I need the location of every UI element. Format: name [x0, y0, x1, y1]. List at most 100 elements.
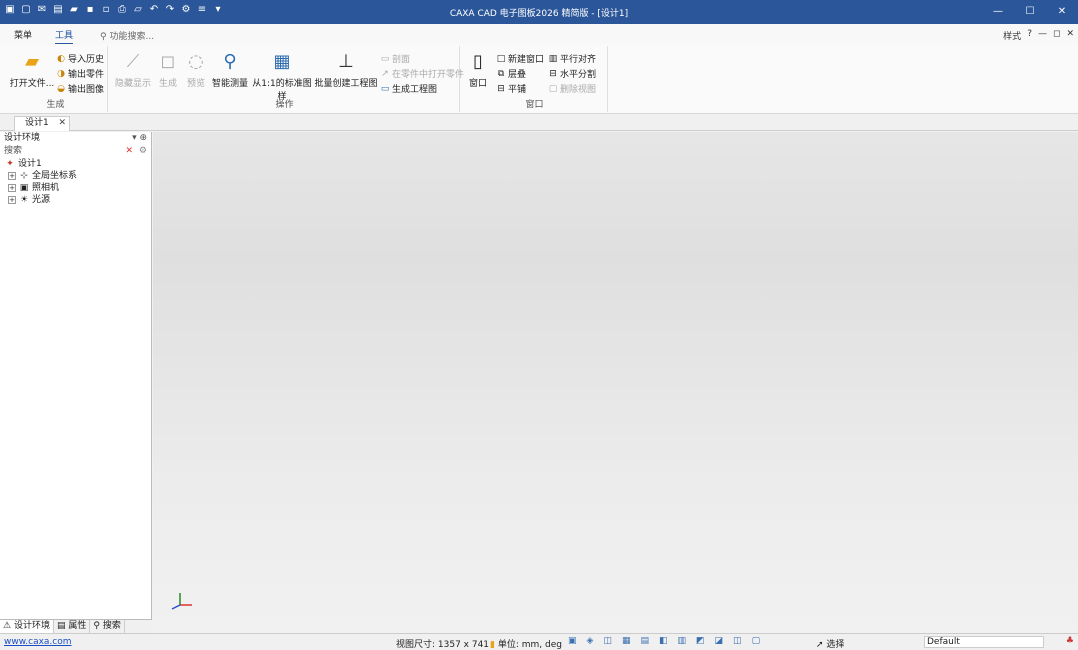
status-indicator-icon[interactable]: ♣	[1066, 636, 1074, 646]
tab-tools[interactable]: 工具	[55, 28, 74, 45]
generate-button[interactable]: ◻ 生成	[154, 50, 182, 89]
select-mode[interactable]: ➚ 选择	[816, 637, 844, 650]
standard-drawing-icon: ▦	[273, 51, 291, 72]
view-tool-icon[interactable]: ◫	[733, 636, 742, 646]
ribbon-group-label-operation: 操作	[275, 100, 294, 110]
tab-search[interactable]: ⚲ 搜索	[90, 620, 125, 633]
status-bar: www.caxa.com 视图尺寸: 1357 x 741 ▮ 单位: mm, …	[0, 633, 1078, 650]
hide-show-icon: ⟋	[126, 51, 140, 72]
style-select[interactable]: Default	[924, 636, 1044, 648]
smart-measure-button[interactable]: ⚲ 智能测量	[210, 50, 250, 89]
tree-item[interactable]: + ☀ 光源	[4, 194, 151, 206]
function-search[interactable]: ⚲ 功能搜索...	[100, 29, 154, 42]
lightbulb-icon: ⚲	[100, 32, 107, 42]
open-part-label: 在零件中打开零件	[392, 70, 465, 80]
tab-design-environment[interactable]: ⚠ 设计环境	[0, 620, 54, 633]
expand-icon[interactable]: +	[8, 184, 16, 192]
standard-drawing-button[interactable]: ▦ 从1:1的标准图样	[250, 50, 314, 102]
cascade-button[interactable]: ⧉ 层叠	[496, 67, 526, 81]
split-button[interactable]: ⊟ 水平分割	[548, 67, 596, 81]
view-tool-icon[interactable]: ◈	[587, 636, 594, 646]
batch-drawing-icon: ⊥	[338, 51, 354, 72]
view-tool-icon[interactable]: ▦	[622, 636, 631, 646]
select-label: 选择	[826, 640, 845, 650]
window-title: CAXA CAD 电子图板2026 精简版 - [设计1]	[449, 9, 629, 19]
panel-title: 设计环境	[4, 133, 41, 143]
panel-search-label: 搜索	[4, 146, 23, 156]
tree-item[interactable]: + ▣ 照相机	[4, 182, 151, 194]
design-env-icon: ⚠	[3, 621, 12, 631]
drawing-button[interactable]: ▭ 生成工程图	[380, 82, 437, 96]
window-icon: ▯	[473, 51, 483, 72]
view-tool-icon[interactable]: ▢	[752, 636, 761, 646]
batch-drawing-label: 批量创建工程图	[314, 79, 378, 89]
coordinate-icon: ⊹	[20, 171, 28, 181]
batch-drawing-button[interactable]: ⊥ 批量创建工程图	[314, 50, 378, 89]
minimize-button[interactable]: —	[982, 0, 1014, 24]
close-button[interactable]: ✕	[1046, 0, 1078, 24]
export-image-button[interactable]: ◒ 输出图像	[56, 82, 104, 96]
design-canvas[interactable]	[153, 132, 1078, 633]
tab-label: 搜索	[102, 621, 121, 631]
hide-show-button[interactable]: ⟋ 隐藏显示	[112, 50, 154, 89]
design-tree: ✦ 设计1 + ⊹ 全局坐标系 + ▣ 照相机 + ☀ 光源	[0, 158, 151, 206]
align-button[interactable]: ▥ 平行对齐	[548, 52, 596, 66]
units-readout[interactable]: ▮ 单位: mm, deg	[490, 637, 562, 650]
folder-open-icon: ▰	[25, 51, 39, 72]
style-dropdown[interactable]: 样式	[1003, 29, 1021, 42]
ribbon-group-operation: ⟋ 隐藏显示 ◻ 生成 ◌ 预览 ⚲ 智能测量 ▦ 从1:1的标准图样 ⊥ 批量…	[110, 46, 464, 112]
tree-item-label: 设计1	[18, 159, 42, 169]
export-part-button[interactable]: ◑ 输出零件	[56, 67, 104, 81]
preview-button[interactable]: ◌ 预览	[182, 50, 210, 89]
ribbon-group-window: ▯ 窗口 □ 新建窗口 ⧉ 层叠 ⊟ 平铺 ▥ 平行对齐 ⊟ 水平分割 ▢ 删除…	[462, 46, 608, 112]
window-label: 窗口	[468, 79, 487, 89]
mdi-close-button[interactable]: ✕	[1066, 29, 1074, 42]
tree-item-label: 照相机	[32, 183, 60, 193]
expand-icon[interactable]: +	[8, 196, 16, 204]
tile-label: 平铺	[508, 85, 527, 95]
window-button[interactable]: ▯ 窗口	[464, 50, 492, 89]
view-tool-icon[interactable]: ▥	[678, 636, 687, 646]
import-history-icon: ◐	[57, 53, 65, 64]
section-icon: ▭	[380, 53, 390, 64]
design-icon: ✦	[6, 159, 14, 169]
tab-properties[interactable]: ▤ 属性	[54, 620, 91, 633]
help-icon[interactable]: ?	[1027, 29, 1032, 42]
view-tool-icon[interactable]: ◩	[696, 636, 705, 646]
panel-search[interactable]: 搜索 ✕ ⚙	[0, 145, 151, 158]
website-link[interactable]: www.caxa.com	[4, 637, 72, 647]
tree-item[interactable]: + ⊹ 全局坐标系	[4, 170, 151, 182]
import-history-button[interactable]: ◐ 导入历史	[56, 52, 104, 66]
view-tool-icon[interactable]: ◪	[715, 636, 724, 646]
view-tool-icon[interactable]: ▣	[568, 636, 577, 646]
expand-icon[interactable]: +	[8, 172, 16, 180]
hide-show-label: 隐藏显示	[114, 79, 151, 89]
close-icon[interactable]: ✕	[58, 117, 66, 130]
document-tab-design1[interactable]: 设计1 ✕	[14, 116, 70, 131]
ribbon-group-label-generate: 生成	[46, 100, 65, 110]
open-part-button[interactable]: ↗ 在零件中打开零件	[380, 67, 465, 81]
tab-menu[interactable]: 菜单	[14, 28, 32, 41]
panel-tabs: ⚠ 设计环境 ▤ 属性 ⚲ 搜索	[0, 619, 152, 633]
mdi-restore-button[interactable]: ◻	[1053, 29, 1060, 42]
preview-icon: ◌	[188, 51, 204, 72]
clear-icon[interactable]: ✕	[125, 145, 133, 158]
export-part-icon: ◑	[57, 68, 65, 79]
pin-icon[interactable]: ▾ ⊕	[132, 132, 147, 145]
cursor-icon: ➚	[816, 640, 824, 650]
new-window-button[interactable]: □ 新建窗口	[496, 52, 544, 66]
section-button[interactable]: ▭ 剖面	[380, 52, 410, 66]
tile-button[interactable]: ⊟ 平铺	[496, 82, 527, 96]
view-tool-icon[interactable]: ▤	[640, 636, 649, 646]
open-file-button[interactable]: ▰ 打开文件...	[8, 50, 56, 89]
filter-icon[interactable]: ⚙	[139, 145, 147, 158]
tree-item[interactable]: ✦ 设计1	[4, 158, 151, 170]
tab-label: 设计环境	[13, 621, 50, 631]
view-tool-icon[interactable]: ◧	[659, 636, 668, 646]
mdi-minimize-button[interactable]: —	[1038, 29, 1047, 42]
maximize-button[interactable]: ☐	[1014, 0, 1046, 24]
generate-label: 生成	[158, 79, 177, 89]
units-value: mm, deg	[521, 640, 562, 650]
view-tool-icon[interactable]: ◫	[603, 636, 612, 646]
delete-view-button[interactable]: ▢ 删除视图	[548, 82, 596, 96]
